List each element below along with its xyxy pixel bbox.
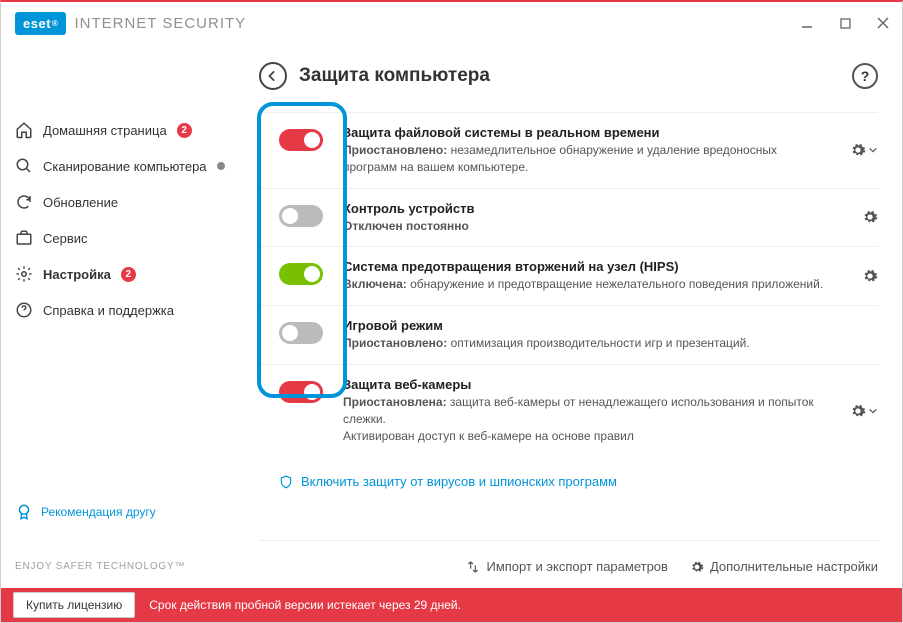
status-dot: [217, 162, 225, 170]
sidebar-item-scan[interactable]: Сканирование компьютера: [1, 148, 239, 184]
toggle-realtime[interactable]: [279, 129, 323, 151]
import-export-icon: [466, 560, 480, 574]
back-button[interactable]: [259, 62, 287, 90]
toggle-gamer[interactable]: [279, 322, 323, 344]
enable-protection-link[interactable]: Включить защиту от вирусов и шпионских п…: [259, 456, 878, 489]
setting-row-hips: Система предотвращения вторжений на узел…: [259, 246, 878, 305]
help-icon: [15, 301, 33, 319]
brand-text: eset: [23, 16, 51, 31]
advanced-settings-link[interactable]: Дополнительные настройки: [690, 559, 878, 574]
footer-link-label: Дополнительные настройки: [710, 559, 878, 574]
alert-badge: 2: [177, 123, 192, 138]
footer-link-label: Импорт и экспорт параметров: [486, 559, 667, 574]
toggle-hips[interactable]: [279, 263, 323, 285]
reg-mark: ®: [52, 19, 58, 28]
help-button[interactable]: ?: [852, 63, 878, 89]
bottombar: Купить лицензию Срок действия пробной ве…: [1, 588, 902, 622]
setting-gear-button[interactable]: [850, 142, 878, 158]
setting-gear-button[interactable]: [862, 209, 878, 225]
tagline: ENJOY SAFER TECHNOLOGY™: [1, 531, 239, 588]
setting-row-gamer: Игровой режим Приостановлено: оптимизаци…: [259, 305, 878, 364]
sidebar-item-label: Домашняя страница: [43, 123, 167, 138]
setting-title: Система предотвращения вторжений на узел…: [343, 259, 842, 274]
enable-link-label: Включить защиту от вирусов и шпионских п…: [301, 474, 617, 489]
setting-gear-button[interactable]: [862, 268, 878, 284]
setting-row-devices: Контроль устройств Отключен постоянно: [259, 188, 878, 247]
setting-desc: Приостановлено: оптимизация производител…: [343, 335, 878, 352]
shield-icon: [279, 475, 293, 489]
sidebar-item-help[interactable]: Справка и поддержка: [1, 292, 239, 328]
minimize-button[interactable]: [788, 8, 826, 38]
refresh-icon: [15, 193, 33, 211]
sidebar: Домашняя страница 2 Сканирование компьют…: [1, 44, 239, 588]
sidebar-item-label: Справка и поддержка: [43, 303, 174, 318]
setting-desc: Приостановлена: защита веб-камеры от нен…: [343, 394, 830, 444]
trial-message: Срок действия пробной версии истекает че…: [149, 598, 461, 612]
sidebar-item-label: Сервис: [43, 231, 88, 246]
close-button[interactable]: [864, 8, 902, 38]
award-icon: [15, 503, 33, 521]
maximize-button[interactable]: [826, 8, 864, 38]
toggle-devices[interactable]: [279, 205, 323, 227]
buy-license-button[interactable]: Купить лицензию: [13, 592, 135, 618]
alert-badge: 2: [121, 267, 136, 282]
setting-title: Контроль устройств: [343, 201, 842, 216]
setting-title: Защита веб-камеры: [343, 377, 830, 392]
setting-title: Игровой режим: [343, 318, 878, 333]
setting-row-webcam: Защита веб-камеры Приостановлена: защита…: [259, 364, 878, 456]
brand-logo: eset®: [15, 12, 66, 35]
sidebar-item-tools[interactable]: Сервис: [1, 220, 239, 256]
sidebar-item-label: Сканирование компьютера: [43, 159, 207, 174]
sidebar-item-home[interactable]: Домашняя страница 2: [1, 112, 239, 148]
titlebar: eset® INTERNET SECURITY: [1, 2, 902, 44]
search-icon: [15, 157, 33, 175]
product-name: INTERNET SECURITY: [74, 15, 246, 32]
recommend-label: Рекомендация другу: [41, 505, 156, 519]
setting-desc: Отключен постоянно: [343, 218, 842, 235]
import-export-link[interactable]: Импорт и экспорт параметров: [466, 559, 667, 574]
setting-gear-button[interactable]: [850, 403, 878, 419]
logo: eset® INTERNET SECURITY: [15, 12, 246, 35]
settings-list: Защита файловой системы в реальном време…: [259, 112, 878, 456]
window-controls: [788, 8, 902, 38]
briefcase-icon: [15, 229, 33, 247]
sidebar-item-label: Обновление: [43, 195, 118, 210]
setting-title: Защита файловой системы в реальном време…: [343, 125, 830, 140]
gear-icon: [690, 560, 704, 574]
home-icon: [15, 121, 33, 139]
main-footer: Импорт и экспорт параметров Дополнительн…: [259, 540, 878, 588]
main-content: Защита компьютера ? Защита файловой сист…: [239, 44, 902, 588]
gear-icon: [15, 265, 33, 283]
sidebar-item-label: Настройка: [43, 267, 111, 282]
page-header: Защита компьютера ?: [259, 62, 878, 90]
recommend-link[interactable]: Рекомендация другу: [1, 493, 239, 531]
toggle-webcam[interactable]: [279, 381, 323, 403]
setting-row-realtime: Защита файловой системы в реальном време…: [259, 112, 878, 188]
sidebar-item-setup[interactable]: Настройка 2: [1, 256, 239, 292]
sidebar-item-update[interactable]: Обновление: [1, 184, 239, 220]
setting-desc: Приостановлено: незамедлительное обнаруж…: [343, 142, 830, 176]
setting-desc: Включена: обнаружение и предотвращение н…: [343, 276, 842, 293]
page-title: Защита компьютера: [299, 65, 490, 87]
